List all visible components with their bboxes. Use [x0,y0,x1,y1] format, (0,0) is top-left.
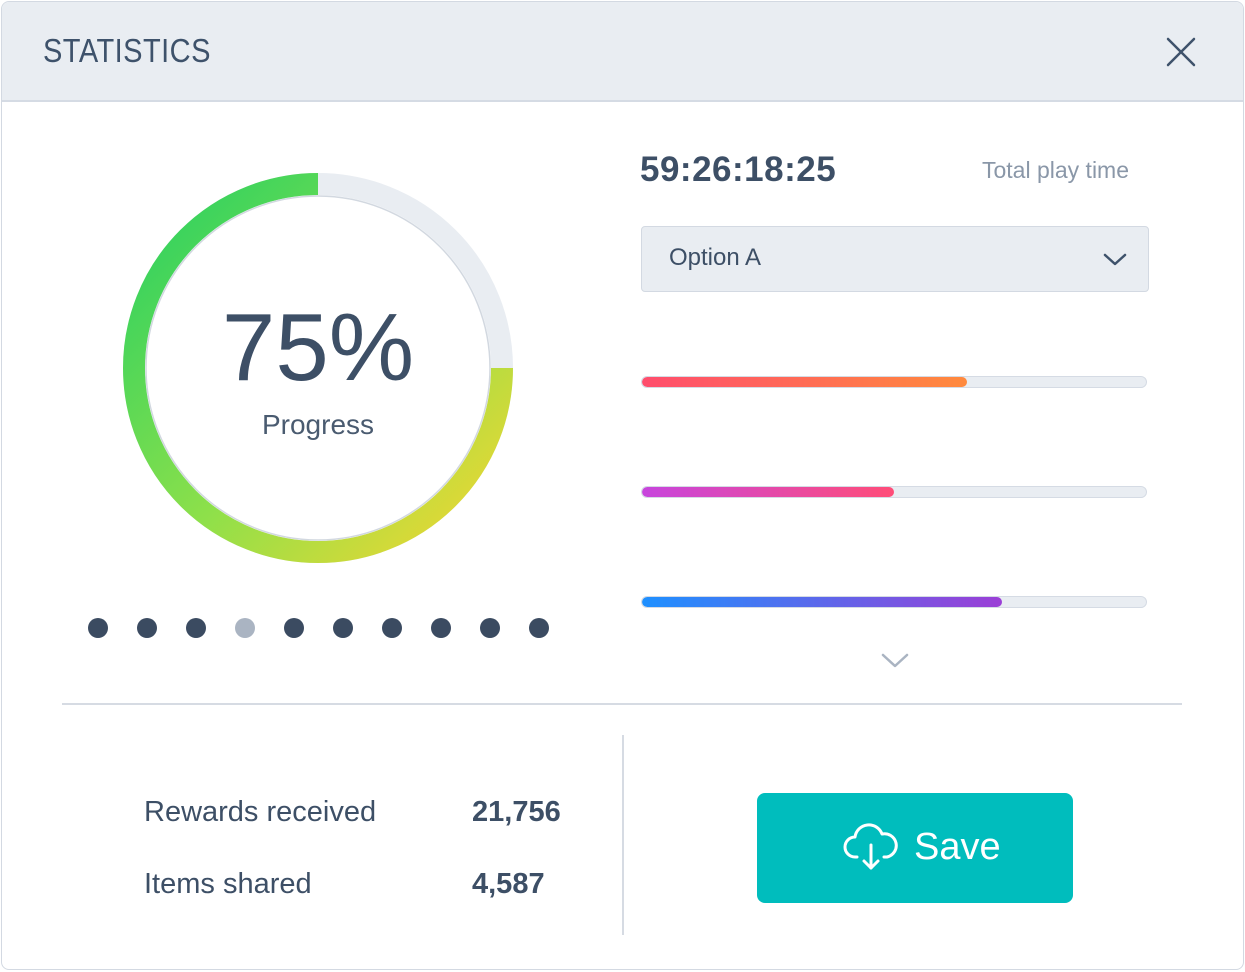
rewards-value: 21,756 [472,796,561,828]
pagination-dot[interactable] [333,618,353,638]
items-shared-label: Items shared [144,868,312,900]
select-value: Option A [669,244,762,271]
pagination-dot[interactable] [235,618,255,638]
stat-bar-fill [642,487,894,497]
pagination-dot[interactable] [88,618,108,638]
play-time-value: 59:26:18:25 [640,150,837,189]
pagination-dot[interactable] [431,618,451,638]
save-label: Save [914,826,1001,868]
close-icon [1166,37,1196,67]
dialog-header: STATISTICS [2,2,1243,102]
vertical-divider [622,735,624,935]
close-button[interactable] [1161,32,1201,72]
cloud-download-icon [843,823,898,870]
horizontal-divider [62,703,1182,705]
pagination-dot[interactable] [480,618,500,638]
option-select[interactable]: Option A [641,226,1149,292]
stat-bar-2 [641,486,1147,498]
chevron-down-icon [1103,253,1127,266]
pagination-dot[interactable] [529,618,549,638]
pagination-dot[interactable] [137,618,157,638]
progress-label: Progress [261,409,375,440]
pagination-dot[interactable] [186,618,206,638]
items-shared-value: 4,587 [472,868,545,900]
play-time-label: Total play time [982,157,1130,183]
pagination-dot[interactable] [382,618,402,638]
stat-bar-fill [642,377,968,387]
progress-percent: 75% [221,294,415,401]
stat-bar-3 [641,596,1147,608]
dialog-title: STATISTICS [43,32,211,69]
rewards-label: Rewards received [144,796,377,828]
stat-bar-fill [642,597,1003,607]
save-button[interactable]: Save [757,793,1073,903]
expand-chevron-icon[interactable] [880,650,910,672]
stat-bar-1 [641,376,1147,388]
pagination-dot[interactable] [284,618,304,638]
